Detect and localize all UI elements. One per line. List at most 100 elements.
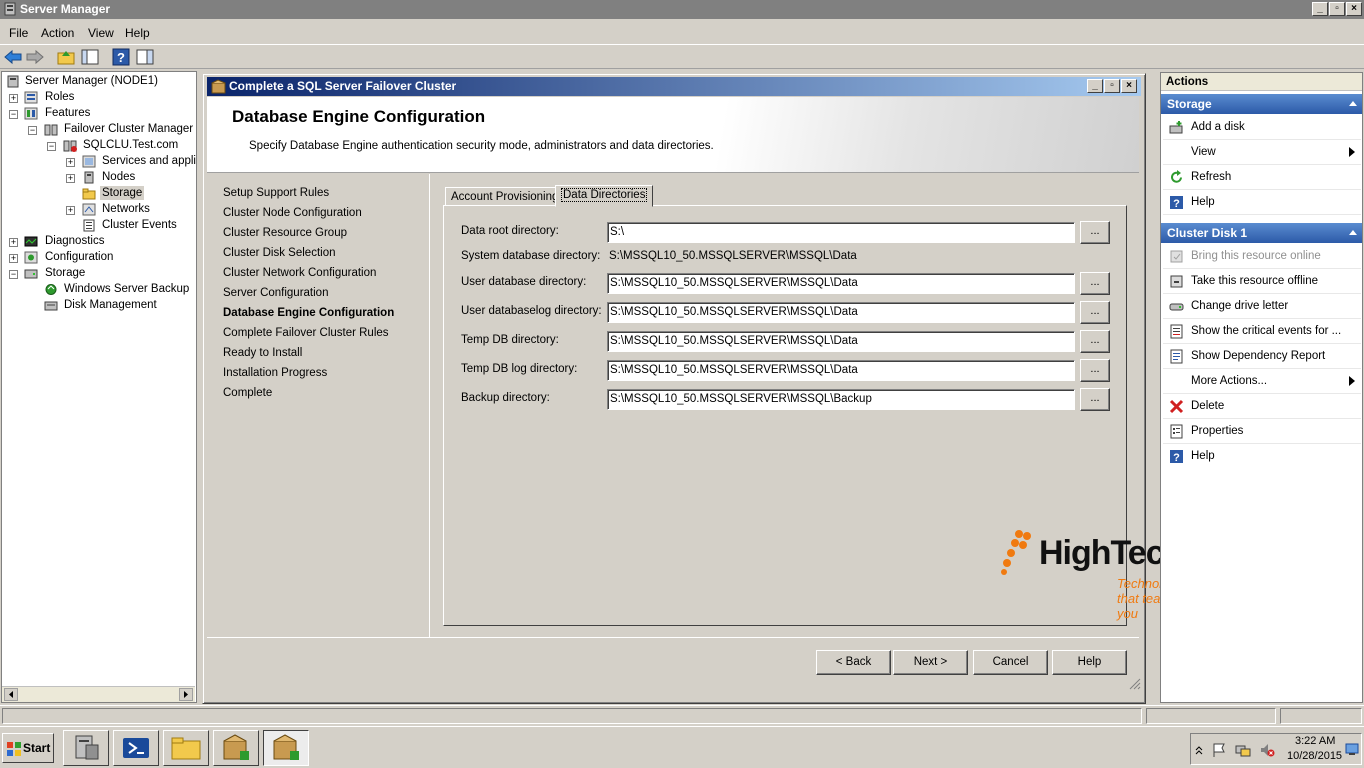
tree-horizontal-scrollbar[interactable] [2, 686, 195, 702]
network-icon[interactable] [1235, 742, 1251, 758]
next-button[interactable]: Next > [893, 650, 968, 675]
menu-file[interactable]: File [9, 26, 28, 40]
nav-ready-to-install[interactable]: Ready to Install [223, 347, 302, 359]
show-hide-action-pane-icon[interactable] [135, 48, 155, 66]
user-database-log-directory-input[interactable]: S:\MSSQL10_50.MSSQLSERVER\MSSQL\Data [607, 302, 1075, 323]
taskbar-sql-setup-1[interactable] [213, 730, 259, 766]
tree-item-cluster-events[interactable]: Cluster Events [102, 219, 177, 231]
tree-item-sqlclu[interactable]: SQLCLU.Test.com [83, 139, 178, 151]
resize-grip-icon[interactable] [1127, 676, 1141, 690]
actions-section-cluster-disk[interactable]: Cluster Disk 1 [1161, 223, 1362, 243]
expand-networks[interactable]: + [66, 206, 75, 215]
expand-roles[interactable]: + [9, 94, 18, 103]
action-change-drive-letter[interactable]: Change drive letter [1163, 295, 1361, 319]
nav-complete-failover-cluster-rules[interactable]: Complete Failover Cluster Rules [223, 327, 389, 339]
browse-backup-button[interactable]: ... [1080, 388, 1110, 411]
browse-data-root-button[interactable]: ... [1080, 221, 1110, 244]
clock-time[interactable]: 3:22 AM [1295, 735, 1335, 747]
tree-item-configuration[interactable]: Configuration [45, 251, 113, 263]
scroll-left-button[interactable] [4, 688, 18, 701]
back-arrow-icon[interactable] [3, 48, 23, 66]
action-refresh[interactable]: Refresh [1163, 166, 1361, 190]
tree-item-services[interactable]: Services and applica [102, 155, 196, 167]
collapse-failover-cluster-manager[interactable]: − [28, 126, 37, 135]
backup-directory-input[interactable]: S:\MSSQL10_50.MSSQLSERVER\MSSQL\Backup [607, 389, 1075, 410]
temp-db-log-directory-input[interactable]: S:\MSSQL10_50.MSSQLSERVER\MSSQL\Data [607, 360, 1075, 381]
nav-cluster-resource-group[interactable]: Cluster Resource Group [223, 227, 347, 239]
close-button[interactable]: × [1346, 2, 1362, 16]
clock-date[interactable]: 10/28/2015 [1287, 750, 1342, 762]
nav-server-configuration[interactable]: Server Configuration [223, 287, 328, 299]
taskbar-server-manager[interactable] [63, 730, 109, 766]
taskbar-sql-setup-2-active[interactable] [263, 730, 309, 766]
dialog-close-button[interactable]: × [1121, 79, 1137, 93]
actions-section-storage[interactable]: Storage [1161, 94, 1362, 114]
nav-cluster-disk-selection[interactable]: Cluster Disk Selection [223, 247, 335, 259]
action-view[interactable]: View [1163, 141, 1361, 165]
tree-item-storage-root[interactable]: Storage [45, 267, 85, 279]
action-show-dependency-report[interactable]: Show Dependency Report [1163, 345, 1361, 369]
dialog-maximize-button[interactable]: ▫ [1104, 79, 1120, 93]
tab-data-directories[interactable]: Data Directories [555, 185, 654, 207]
volume-muted-icon[interactable] [1259, 742, 1275, 758]
tree-item-roles[interactable]: Roles [45, 91, 74, 103]
action-add-disk[interactable]: Add a disk [1163, 116, 1361, 140]
temp-db-directory-input[interactable]: S:\MSSQL10_50.MSSQLSERVER\MSSQL\Data [607, 331, 1075, 352]
tree-item-storage-selected[interactable]: Storage [100, 186, 145, 200]
tree-item-features[interactable]: Features [45, 107, 90, 119]
start-button[interactable]: Start [2, 733, 54, 763]
minimize-button[interactable]: _ [1312, 2, 1328, 16]
tree-item-server-manager[interactable]: Server Manager (NODE1) [25, 75, 158, 87]
back-button[interactable]: < Back [816, 650, 891, 675]
action-delete[interactable]: Delete [1163, 395, 1361, 419]
nav-database-engine-configuration-active[interactable]: Database Engine Configuration [223, 307, 394, 319]
menu-action[interactable]: Action [41, 26, 74, 40]
taskbar-powershell[interactable] [113, 730, 159, 766]
browse-user-database-button[interactable]: ... [1080, 272, 1110, 295]
nav-cluster-node-configuration[interactable]: Cluster Node Configuration [223, 207, 362, 219]
nav-installation-progress[interactable]: Installation Progress [223, 367, 327, 379]
expand-nodes[interactable]: + [66, 174, 75, 183]
forward-arrow-icon[interactable] [25, 48, 45, 66]
dialog-minimize-button[interactable]: _ [1087, 79, 1103, 93]
expand-configuration[interactable]: + [9, 254, 18, 263]
collapse-features[interactable]: − [9, 110, 18, 119]
show-desktop-icon[interactable] [1345, 741, 1359, 757]
action-more-actions[interactable]: More Actions... [1163, 370, 1361, 394]
tree-item-disk-management[interactable]: Disk Management [64, 299, 157, 311]
browse-user-database-log-button[interactable]: ... [1080, 301, 1110, 324]
browse-temp-db-log-button[interactable]: ... [1080, 359, 1110, 382]
tree-item-windows-server-backup[interactable]: Windows Server Backup [64, 283, 189, 295]
action-help-storage[interactable]: ? Help [1163, 191, 1361, 215]
cancel-button[interactable]: Cancel [973, 650, 1048, 675]
up-folder-icon[interactable] [56, 48, 76, 66]
expand-services[interactable]: + [66, 158, 75, 167]
tree-item-nodes[interactable]: Nodes [102, 171, 135, 183]
action-help-cluster-disk[interactable]: ? Help [1163, 445, 1361, 469]
user-database-directory-input[interactable]: S:\MSSQL10_50.MSSQLSERVER\MSSQL\Data [607, 273, 1075, 294]
collapse-sqlclu[interactable]: − [47, 142, 56, 151]
tree-item-networks[interactable]: Networks [102, 203, 150, 215]
action-center-flag-icon[interactable] [1211, 742, 1227, 758]
expand-diagnostics[interactable]: + [9, 238, 18, 247]
menu-help[interactable]: Help [125, 26, 150, 40]
browse-temp-db-button[interactable]: ... [1080, 330, 1110, 353]
show-hide-tree-icon[interactable] [80, 48, 100, 66]
tab-account-provisioning[interactable]: Account Provisioning [445, 187, 565, 207]
menu-view[interactable]: View [88, 26, 114, 40]
data-root-directory-input[interactable]: S:\ [607, 222, 1075, 243]
tray-expand-icon[interactable] [1194, 744, 1204, 756]
action-properties[interactable]: Properties [1163, 420, 1361, 444]
nav-complete[interactable]: Complete [223, 387, 272, 399]
nav-cluster-network-configuration[interactable]: Cluster Network Configuration [223, 267, 376, 279]
action-show-critical-events[interactable]: Show the critical events for ... [1163, 320, 1361, 344]
scroll-right-button[interactable] [179, 688, 193, 701]
help-icon[interactable]: ? [111, 48, 131, 66]
collapse-storage-root[interactable]: − [9, 270, 18, 279]
taskbar-explorer[interactable] [163, 730, 209, 766]
nav-setup-support-rules[interactable]: Setup Support Rules [223, 187, 329, 199]
tree-item-diagnostics[interactable]: Diagnostics [45, 235, 104, 247]
action-take-offline[interactable]: Take this resource offline [1163, 270, 1361, 294]
help-button[interactable]: Help [1052, 650, 1127, 675]
maximize-button[interactable]: ▫ [1329, 2, 1345, 16]
